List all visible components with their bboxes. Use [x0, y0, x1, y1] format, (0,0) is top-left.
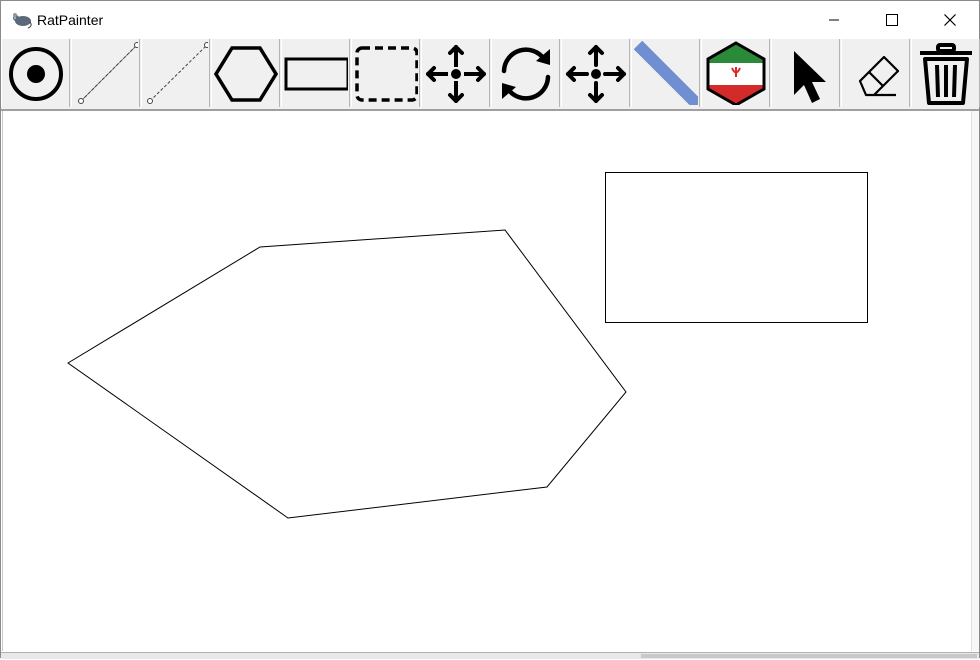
trash-icon [920, 43, 972, 105]
rotate-icon [501, 47, 551, 101]
hexagon-icon [214, 46, 278, 102]
thick-line-icon [634, 41, 698, 105]
move-arrows-icon [426, 45, 486, 103]
select-pointer-tool[interactable] [771, 39, 840, 107]
color-fill-tool[interactable] [701, 39, 770, 107]
rectangle-tool[interactable] [281, 39, 350, 107]
rat-app-icon [11, 10, 33, 30]
target-dot-icon [9, 47, 63, 101]
move-tool[interactable] [421, 39, 490, 107]
cursor-arrow-icon [794, 51, 826, 103]
line-tool[interactable] [71, 39, 140, 107]
title-bar: RatPainter [1, 1, 979, 39]
maximize-button[interactable] [863, 1, 921, 39]
drawing-canvas[interactable] [2, 111, 979, 651]
minimize-button[interactable] [805, 1, 863, 39]
thickness-tool[interactable] [631, 39, 700, 107]
close-button[interactable] [921, 1, 979, 39]
toolbar [1, 39, 980, 111]
line-segment-icon [78, 42, 138, 104]
delete-tool[interactable] [911, 39, 980, 107]
vertical-scrollbar[interactable] [971, 111, 979, 651]
iran-flag-hexagon-icon [706, 41, 766, 105]
line-segment-icon [147, 42, 208, 104]
selection-tool[interactable] [351, 39, 420, 107]
maximize-icon [886, 14, 898, 26]
move-arrows-icon [566, 45, 626, 103]
rectangle-icon [284, 57, 348, 91]
point-tool[interactable] [1, 39, 70, 107]
ray-tool[interactable] [141, 39, 210, 107]
rotate-tool[interactable] [491, 39, 560, 107]
eraser-icon [858, 55, 900, 97]
window-title: RatPainter [37, 12, 104, 28]
polygon-tool[interactable] [211, 39, 280, 107]
eraser-tool[interactable] [841, 39, 910, 107]
minimize-icon [829, 19, 839, 21]
close-icon [944, 14, 956, 26]
pan-tool[interactable] [561, 39, 630, 107]
horizontal-scrollbar[interactable] [1, 652, 979, 659]
drawn-polygon[interactable] [67, 229, 627, 519]
dashed-rectangle-icon [355, 46, 418, 102]
scrollbar-thumb[interactable] [641, 654, 977, 658]
app-window: RatPainter [0, 0, 980, 659]
drawn-rectangle[interactable] [605, 172, 868, 323]
